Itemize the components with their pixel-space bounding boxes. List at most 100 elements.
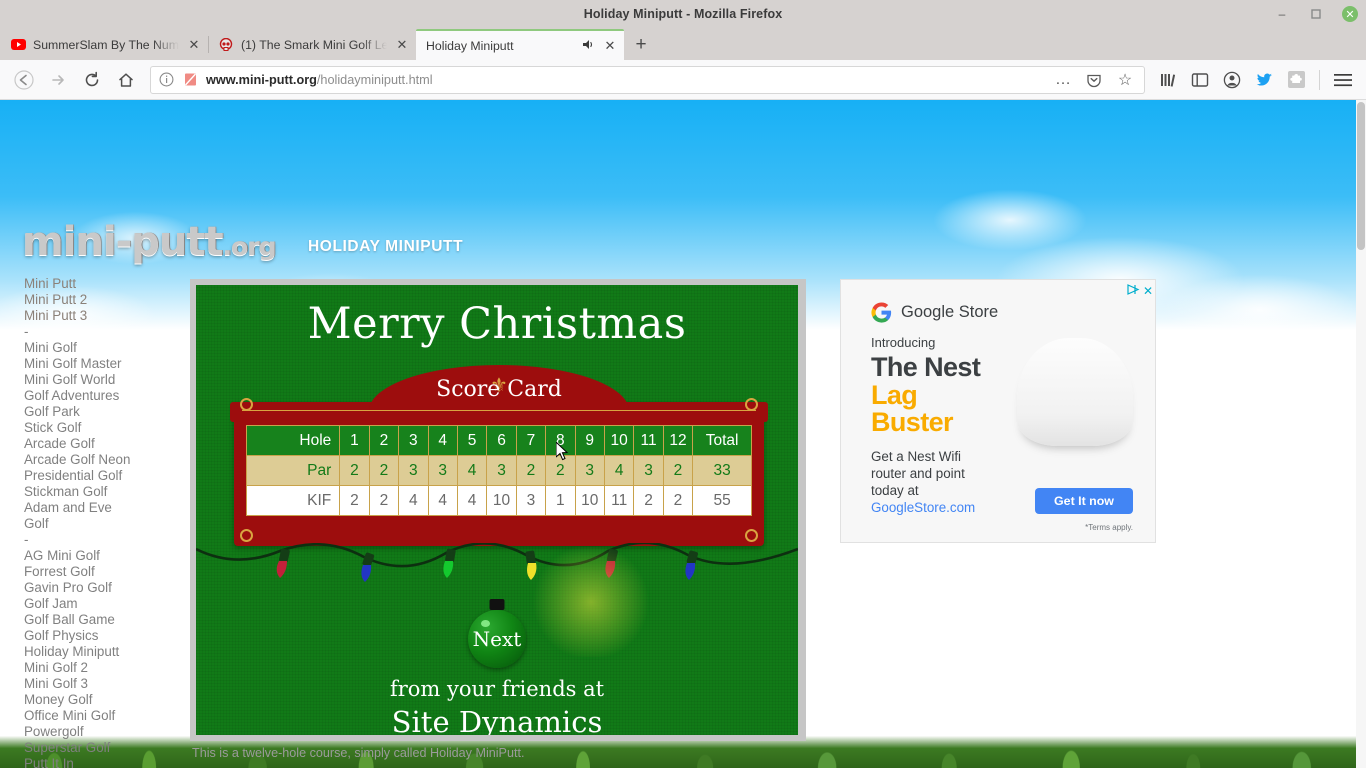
sidebar-item-mini-golf-2[interactable]: Mini Golf 2	[24, 660, 184, 676]
adchoices-icon[interactable]	[1127, 282, 1140, 300]
forward-button[interactable]	[42, 65, 74, 95]
next-button[interactable]: Next	[468, 610, 526, 668]
home-icon	[117, 71, 135, 89]
hamburger-menu-button[interactable]	[1328, 65, 1358, 95]
game-frame: Merry Christmas ⚜ Score Card Hole 1 2	[190, 279, 806, 741]
sidebar-item-putt-it-in[interactable]: Putt It In	[24, 756, 184, 768]
sidebar-item-presidential-golf[interactable]: Presidential Golf	[24, 468, 184, 484]
window-title: Holiday Miniputt - Mozilla Firefox	[584, 7, 783, 21]
row-label-par: Par	[247, 456, 340, 486]
get-it-now-button[interactable]: Get It now	[1035, 488, 1133, 514]
sidebar-item-mini-putt-3[interactable]: Mini Putt 3	[24, 308, 184, 324]
ad-link[interactable]: GoogleStore.com	[871, 499, 1031, 516]
par-hole-6: 3	[487, 456, 516, 486]
tab-close-icon[interactable]: ✕	[602, 38, 618, 54]
sidebar-item-superstar-golf[interactable]: Superstar Golf	[24, 740, 184, 756]
twitter-icon[interactable]	[1249, 65, 1279, 95]
home-button[interactable]	[110, 65, 142, 95]
maximize-button[interactable]	[1308, 6, 1324, 22]
sidebar-item-gavin-pro-golf[interactable]: Gavin Pro Golf	[24, 580, 184, 596]
browser-tab-1[interactable]: SummerSlam By The Number ✕	[0, 29, 208, 60]
tab-label: Holiday Miniputt	[426, 39, 574, 53]
sidebar-item-golf-adventures[interactable]: Golf Adventures	[24, 388, 184, 404]
site-logo-main: mini-putt	[22, 219, 223, 265]
sidebar-item-holiday-miniputt[interactable]: Holiday Miniputt	[24, 644, 184, 660]
sidebar-item-golf-ball-game[interactable]: Golf Ball Game	[24, 612, 184, 628]
reload-button[interactable]	[76, 65, 108, 95]
speaker-icon	[582, 38, 595, 51]
pocket-icon[interactable]	[1082, 72, 1106, 88]
merry-christmas-heading: Merry Christmas	[196, 299, 798, 349]
browser-tab-3-active[interactable]: Holiday Miniputt ✕	[416, 29, 624, 60]
sidebar-item-mini-putt-2[interactable]: Mini Putt 2	[24, 292, 184, 308]
header-total: Total	[693, 426, 752, 456]
bookmark-star-icon[interactable]: ☆	[1113, 70, 1137, 90]
sidebar-item-adam-and-eve-golf[interactable]: Adam and Eve Golf	[24, 500, 120, 532]
sidebar-item-mini-golf-master[interactable]: Mini Golf Master	[24, 356, 184, 372]
google-store-ad[interactable]: ✕ Google Store Introducing The Nest Lag …	[840, 279, 1156, 543]
back-button[interactable]	[8, 65, 40, 95]
table-row-player: KIF 2 2 4 4 4 10 3 1 10 11 2 2	[247, 486, 752, 516]
tracking-protection-icon[interactable]	[182, 71, 199, 88]
skull-icon	[218, 37, 234, 53]
sidebar-item-golf-physics[interactable]: Golf Physics	[24, 628, 184, 644]
ornament-cap-icon	[490, 599, 505, 610]
game-canvas[interactable]: Merry Christmas ⚜ Score Card Hole 1 2	[196, 285, 798, 735]
par-hole-3: 3	[399, 456, 428, 486]
page-actions-button[interactable]: …	[1051, 71, 1075, 89]
par-hole-4: 3	[428, 456, 457, 486]
account-icon[interactable]	[1217, 65, 1247, 95]
library-icon[interactable]	[1153, 65, 1183, 95]
sidebar-item-stickman-golf[interactable]: Stickman Golf	[24, 484, 184, 500]
table-row-par: Par 2 2 3 3 4 3 2 2 3 4 3 2	[247, 456, 752, 486]
page-scrollbar[interactable]	[1356, 100, 1366, 768]
google-store-brand: Google Store	[871, 302, 998, 323]
site-logo[interactable]: mini-putt.org	[22, 222, 275, 262]
sidebar-item-arcade-golf-neon[interactable]: Arcade Golf Neon	[24, 452, 184, 468]
sidebar-item-golf-jam[interactable]: Golf Jam	[24, 596, 184, 612]
window-controls: – ✕	[1274, 0, 1358, 28]
sidebar-item-money-golf[interactable]: Money Golf	[24, 692, 184, 708]
sidebar-item-office-mini-golf[interactable]: Office Mini Golf	[24, 708, 184, 724]
tab-close-icon[interactable]: ✕	[394, 37, 410, 53]
tab-strip: SummerSlam By The Number ✕ (1) The Smark…	[0, 28, 1366, 60]
score-hole-9: 10	[575, 486, 604, 516]
tab-close-icon[interactable]: ✕	[186, 37, 202, 53]
sidebar-item-arcade-golf[interactable]: Arcade Golf	[24, 436, 184, 452]
sidebar-icon[interactable]	[1185, 65, 1215, 95]
sidebar-item-stick-golf[interactable]: Stick Golf	[24, 420, 184, 436]
sidebar-item-golf-park[interactable]: Golf Park	[24, 404, 184, 420]
sidebar-item-mini-putt[interactable]: Mini Putt	[24, 276, 184, 292]
sidebar-item-mini-golf-3[interactable]: Mini Golf 3	[24, 676, 184, 692]
new-tab-button[interactable]: +	[624, 29, 658, 60]
close-window-button[interactable]: ✕	[1342, 6, 1358, 22]
url-text: www.mini-putt.org/holidayminiputt.html	[206, 73, 1044, 87]
score-hole-4: 4	[428, 486, 457, 516]
sidebar-item-forrest-golf[interactable]: Forrest Golf	[24, 564, 184, 580]
row-label-player: KIF	[247, 486, 340, 516]
tab-audio-icon[interactable]	[581, 38, 595, 54]
ad-close-icon[interactable]: ✕	[1143, 285, 1153, 297]
scorecard-table: Hole 1 2 3 4 5 6 7 8 9 10 11 12	[246, 425, 752, 516]
score-hole-11: 2	[634, 486, 663, 516]
sidebar-item-mini-golf-world[interactable]: Mini Golf World	[24, 372, 184, 388]
par-hole-12: 2	[663, 456, 692, 486]
ad-headline-1: The Nest	[871, 354, 1031, 382]
back-arrow-icon	[14, 70, 34, 90]
tab-label: SummerSlam By The Number	[33, 38, 179, 52]
header-hole-4: 4	[428, 426, 457, 456]
tab-label: (1) The Smark Mini Golf Leagu	[241, 38, 387, 52]
minimize-button[interactable]: –	[1274, 6, 1290, 22]
site-info-icon[interactable]	[158, 71, 175, 88]
browser-tab-2[interactable]: (1) The Smark Mini Golf Leagu ✕	[208, 29, 416, 60]
plaque-gold-line	[242, 410, 756, 411]
sidebar-item-powergolf[interactable]: Powergolf	[24, 724, 184, 740]
extension-icon[interactable]	[1281, 65, 1311, 95]
toolbar-end-buttons	[1153, 65, 1358, 95]
page-viewport: mini-putt.org HOLIDAY MINIPUTT Mini Putt…	[0, 100, 1366, 768]
scrollbar-thumb[interactable]	[1357, 102, 1365, 250]
sidebar-item-ag-mini-golf[interactable]: AG Mini Golf	[24, 548, 184, 564]
sidebar-item-mini-golf[interactable]: Mini Golf	[24, 340, 184, 356]
address-bar[interactable]: www.mini-putt.org/holidayminiputt.html ……	[150, 66, 1145, 94]
score-hole-8: 1	[546, 486, 575, 516]
